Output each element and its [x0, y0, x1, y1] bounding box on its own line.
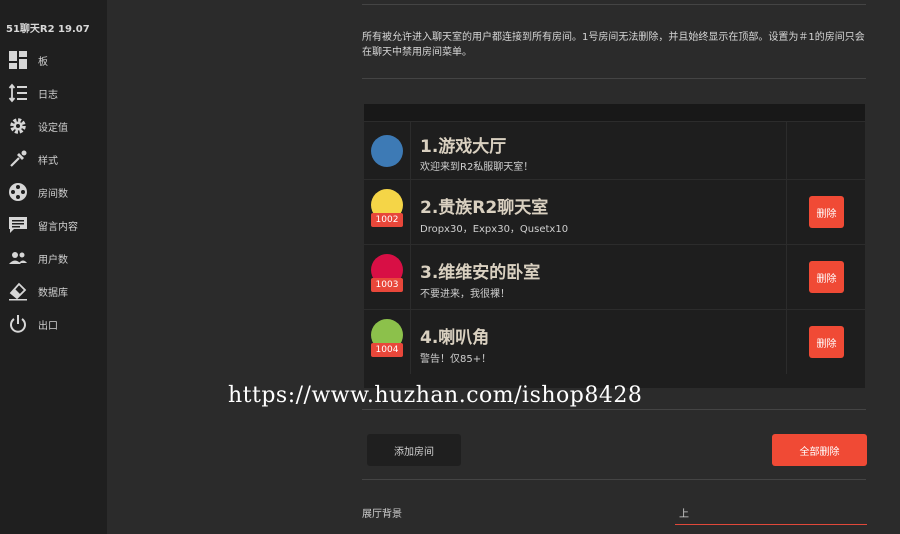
- room-name: 3.维维安的卧室: [420, 263, 541, 283]
- room-name: 1.游戏大厅: [420, 137, 507, 157]
- chat-message-icon: [9, 217, 27, 233]
- sidebar-item-label: 房间数: [38, 189, 68, 200]
- sidebar-item-label: 日志: [38, 90, 58, 101]
- sort-list-icon: [8, 83, 27, 103]
- gear-icon: [10, 118, 26, 134]
- room-avatar: [371, 135, 403, 167]
- hall-background-select[interactable]: 上: [675, 505, 867, 525]
- sidebar-item-label: 板: [38, 57, 48, 68]
- divider: [362, 78, 866, 79]
- film-reel-icon: [9, 183, 27, 201]
- hall-background-label: 展厅背景: [362, 509, 402, 520]
- divider: [362, 479, 866, 480]
- sidebar-item-rooms[interactable]: 房间数: [0, 177, 107, 207]
- sidebar-item-label: 设定值: [38, 123, 68, 134]
- room-name: 4.喇叭角: [420, 328, 490, 348]
- sidebar-item-label: 数据库: [38, 288, 68, 299]
- sidebar-item-log[interactable]: 日志: [0, 78, 107, 108]
- sidebar: 51聊天R2 19.07 板 日志 设定值 样式 房间数 留言内容 用户数 数据…: [0, 0, 107, 534]
- watermark-url: https://www.huzhan.com/ishop8428: [228, 383, 643, 408]
- room-list-header: [364, 104, 865, 121]
- room-row-3[interactable]: 1003 3.维维安的卧室 不要进来，我很裸！ 删除: [364, 244, 865, 309]
- room-subtitle: 警告！仅85+！: [420, 354, 492, 365]
- divider: [362, 4, 866, 5]
- sidebar-item-settings[interactable]: 设定值: [0, 111, 107, 141]
- sidebar-item-dashboard[interactable]: 板: [0, 45, 107, 75]
- delete-room-button[interactable]: 删除: [809, 261, 844, 293]
- eraser-icon: [9, 282, 27, 301]
- room-row-2[interactable]: 1002 2.贵族R2聊天室 Dropx30，Expx30，Qusetx10 删…: [364, 179, 865, 244]
- delete-room-button[interactable]: 删除: [809, 196, 844, 228]
- sidebar-item-database[interactable]: 数据库: [0, 276, 107, 306]
- sidebar-item-label: 样式: [38, 156, 58, 167]
- delete-room-button[interactable]: 删除: [809, 326, 844, 358]
- room-id-badge: 1002: [371, 213, 403, 227]
- sidebar-item-label: 出口: [38, 321, 58, 332]
- sidebar-item-users[interactable]: 用户数: [0, 243, 107, 273]
- power-icon: [10, 315, 26, 333]
- eyedropper-icon: [10, 150, 27, 167]
- sidebar-item-exit[interactable]: 出口: [0, 309, 107, 339]
- sidebar-item-messages[interactable]: 留言内容: [0, 210, 107, 240]
- room-id-badge: 1004: [371, 343, 403, 357]
- divider: [362, 409, 866, 410]
- room-subtitle: 欢迎来到R2私服聊天室！: [420, 162, 534, 173]
- sidebar-item-label: 用户数: [38, 255, 68, 266]
- room-subtitle: 不要进来，我很裸！: [420, 289, 510, 300]
- room-id-badge: 1003: [371, 278, 403, 292]
- room-row-4[interactable]: 1004 4.喇叭角 警告！仅85+！ 删除: [364, 309, 865, 374]
- room-description: 所有被允许进入聊天室的用户都连接到所有房间。1号房间无法删除，并且始终显示在顶部…: [362, 32, 865, 58]
- room-subtitle: Dropx30，Expx30，Qusetx10: [420, 224, 569, 235]
- room-list: 1.游戏大厅 欢迎来到R2私服聊天室！ 1002 2.贵族R2聊天室 Dropx…: [364, 104, 865, 388]
- sidebar-item-label: 留言内容: [38, 222, 78, 233]
- delete-all-button[interactable]: 全部删除: [772, 434, 867, 466]
- sidebar-item-style[interactable]: 样式: [0, 144, 107, 174]
- add-room-button[interactable]: 添加房间: [367, 434, 461, 466]
- dashboard-icon: [9, 51, 27, 69]
- room-name: 2.贵族R2聊天室: [420, 198, 549, 218]
- people-icon: [9, 252, 27, 264]
- room-row-1[interactable]: 1.游戏大厅 欢迎来到R2私服聊天室！: [364, 121, 865, 186]
- app-title: 51聊天R2 19.07: [6, 24, 90, 35]
